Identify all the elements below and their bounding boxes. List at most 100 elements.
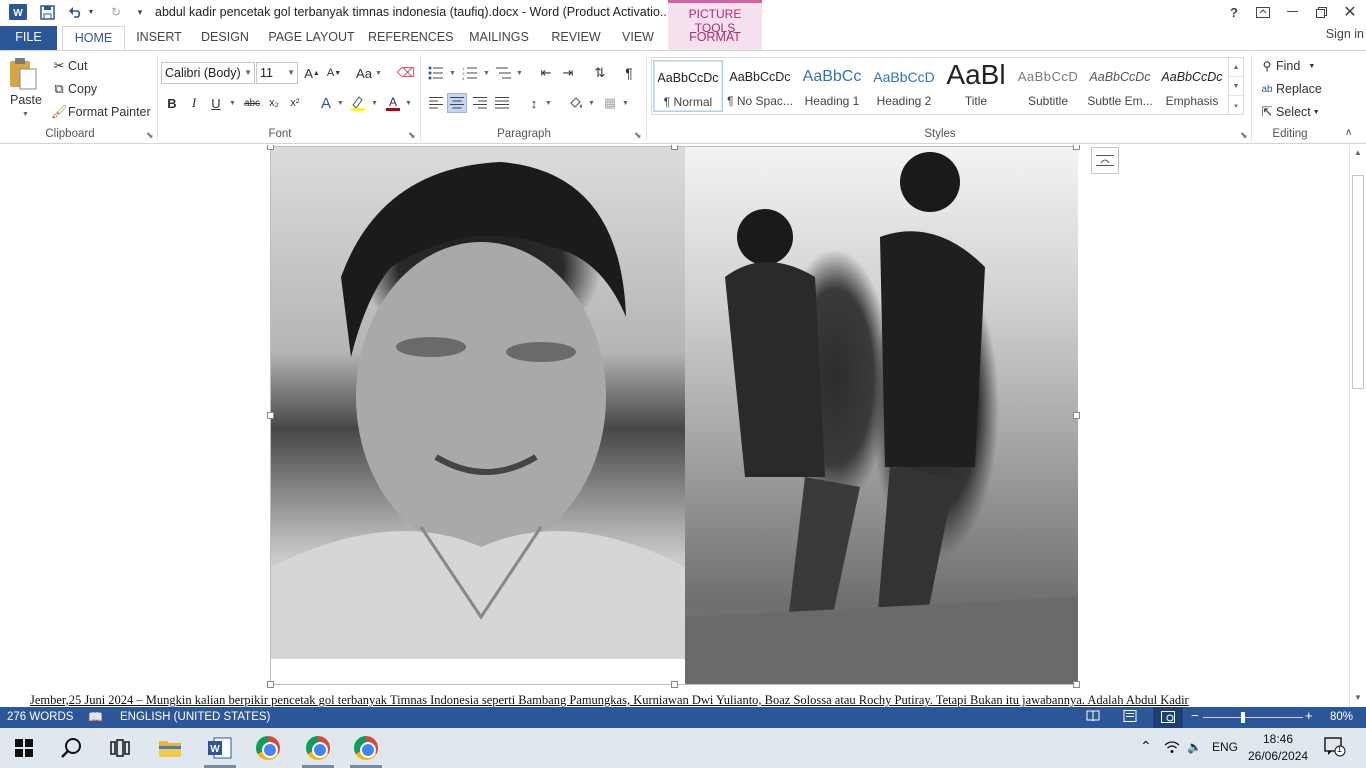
paste-dropdown-icon[interactable]: ▼ (22, 111, 29, 118)
tab-mailings[interactable]: MAILINGS (463, 26, 535, 50)
zoom-in-icon[interactable]: + (1305, 708, 1313, 723)
input-language[interactable]: ENG (1212, 740, 1238, 754)
font-name-combo[interactable]: Calibri (Body) ▼ (161, 62, 255, 84)
replace-button[interactable]: ab Replace (1258, 80, 1321, 98)
bullets-dropdown-icon[interactable]: ▼ (449, 70, 456, 77)
clear-formatting-icon[interactable]: ⌫ (396, 63, 416, 83)
zoom-level[interactable]: 80% (1330, 711, 1353, 723)
read-mode-icon[interactable] (1086, 710, 1100, 725)
align-right-icon[interactable] (470, 93, 490, 113)
align-center-icon[interactable] (447, 93, 467, 113)
scroll-down-icon[interactable]: ▼ (1350, 690, 1366, 704)
gallery-more-icon[interactable]: ▾ (1229, 96, 1243, 115)
file-explorer-icon[interactable] (146, 728, 194, 768)
cut-button[interactable]: ✂ Cut (50, 57, 88, 75)
select-button[interactable]: ⇱ Select ▼ (1258, 103, 1320, 121)
line-spacing-icon[interactable]: ↕ (524, 93, 544, 113)
strikethrough-button[interactable]: abc (240, 93, 264, 113)
font-size-combo[interactable]: 11 ▼ (256, 62, 298, 84)
volume-icon[interactable]: 🔈 (1187, 740, 1202, 754)
tab-insert[interactable]: INSERT (132, 26, 186, 50)
undo-icon[interactable] (66, 3, 86, 21)
resize-handle[interactable] (1073, 145, 1080, 150)
bullets-icon[interactable] (426, 63, 446, 83)
clock-time[interactable]: 18:46 (1263, 732, 1293, 746)
tab-file[interactable]: FILE (0, 26, 57, 50)
vertical-scrollbar[interactable]: ▲ ▼ (1349, 145, 1366, 707)
show-hidden-icons-icon[interactable]: ⌃ (1140, 738, 1152, 755)
tab-home[interactable]: HOME (62, 26, 125, 51)
borders-dropdown-icon[interactable]: ▼ (622, 100, 629, 107)
numbering-icon[interactable]: 123 (460, 63, 480, 83)
style-no-spacing[interactable]: AaBbCcDc ¶ No Spac... (725, 60, 795, 112)
redo-icon[interactable]: ↻ (107, 3, 125, 21)
style-normal[interactable]: AaBbCcDc ¶ Normal (653, 60, 723, 112)
gallery-down-icon[interactable]: ▼ (1229, 77, 1243, 96)
word-taskbar-icon[interactable]: W (196, 728, 244, 768)
font-color-icon[interactable]: A (383, 93, 403, 113)
numbering-dropdown-icon[interactable]: ▼ (483, 70, 490, 77)
line-spacing-dropdown-icon[interactable]: ▼ (545, 100, 552, 107)
paste-button[interactable]: Paste (10, 93, 42, 107)
shading-icon[interactable] (566, 93, 586, 113)
style-subtle-emphasis[interactable]: AaBbCcDc Subtle Em... (1085, 60, 1155, 112)
start-windows-icon[interactable] (0, 728, 48, 768)
clipboard-launcher-icon[interactable]: ⬊ (146, 130, 154, 141)
tab-page-layout[interactable]: PAGE LAYOUT (264, 26, 359, 50)
text-effects-dropdown-icon[interactable]: ▼ (337, 100, 344, 107)
sign-in-link[interactable]: Sign in (1326, 27, 1364, 41)
font-color-dropdown-icon[interactable]: ▼ (405, 100, 412, 107)
bold-button[interactable]: B (162, 93, 182, 113)
align-left-icon[interactable] (426, 93, 446, 113)
clock-date[interactable]: 26/06/2024 (1248, 749, 1308, 763)
tab-references[interactable]: REFERENCES (368, 26, 453, 50)
shrink-font-icon[interactable]: A ▼ (324, 63, 344, 83)
underline-button[interactable]: U (206, 93, 226, 113)
zoom-out-icon[interactable]: − (1191, 708, 1199, 723)
change-case-dropdown-icon[interactable]: ▼ (375, 70, 382, 77)
print-layout-icon[interactable] (1123, 710, 1137, 725)
multilevel-dropdown-icon[interactable]: ▼ (516, 70, 523, 77)
tab-design[interactable]: DESIGN (194, 26, 256, 50)
shading-dropdown-icon[interactable]: ▼ (588, 100, 595, 107)
resize-handle[interactable] (671, 681, 678, 688)
format-painter-button[interactable]: 🖌 Format Painter (50, 103, 151, 121)
zoom-slider-thumb[interactable] (1241, 712, 1245, 723)
justify-icon[interactable] (492, 93, 512, 113)
task-view-icon[interactable] (96, 728, 144, 768)
close-icon[interactable]: ✕ (1339, 2, 1361, 22)
tab-format[interactable]: FORMAT (680, 26, 750, 50)
chrome-profile-icon[interactable] (294, 728, 342, 768)
proofing-icon[interactable]: 📖 (88, 710, 103, 724)
paragraph-launcher-icon[interactable]: ⬊ (634, 130, 642, 141)
word-logo-icon[interactable]: W (8, 3, 28, 21)
decrease-indent-icon[interactable]: ⇤ (536, 63, 556, 83)
resize-handle[interactable] (267, 681, 274, 688)
minimize-icon[interactable] (1281, 2, 1303, 22)
chrome-icon[interactable] (244, 728, 292, 768)
search-icon[interactable] (48, 728, 96, 768)
gallery-up-icon[interactable]: ▲ (1229, 58, 1243, 77)
highlight-color-icon[interactable] (348, 93, 368, 113)
borders-icon[interactable]: ▦ (600, 93, 620, 113)
zoom-slider[interactable] (1203, 717, 1303, 718)
copy-button[interactable]: ⧉ Copy (50, 80, 97, 98)
style-heading-1[interactable]: AaBbCc Heading 1 (797, 60, 867, 112)
highlight-dropdown-icon[interactable]: ▼ (371, 100, 378, 107)
styles-launcher-icon[interactable]: ⬊ (1240, 130, 1248, 141)
resize-handle[interactable] (267, 145, 274, 150)
collapse-ribbon-icon[interactable]: ∧ (1345, 127, 1352, 138)
document-area[interactable]: Jember,25 Juni 2024 – Mungkin kalian ber… (0, 145, 1349, 707)
style-emphasis[interactable]: AaBbCcDc Emphasis (1157, 60, 1227, 112)
document-body-text[interactable]: Jember,25 Juni 2024 – Mungkin kalian ber… (30, 693, 1290, 707)
undo-dropdown-icon[interactable]: ▼ (87, 3, 95, 21)
tab-view[interactable]: VIEW (617, 26, 659, 50)
customize-quick-access-icon[interactable]: ▾ (135, 3, 145, 21)
scrollbar-thumb[interactable] (1352, 175, 1364, 389)
language-status[interactable]: ENGLISH (UNITED STATES) (120, 711, 270, 723)
ribbon-display-options-icon[interactable] (1252, 2, 1274, 22)
scroll-up-icon[interactable]: ▲ (1350, 145, 1366, 159)
sort-icon[interactable]: ⇅ (590, 63, 610, 83)
underline-dropdown-icon[interactable]: ▼ (229, 100, 236, 107)
style-subtitle[interactable]: AaBbCcD Subtitle (1013, 60, 1083, 112)
